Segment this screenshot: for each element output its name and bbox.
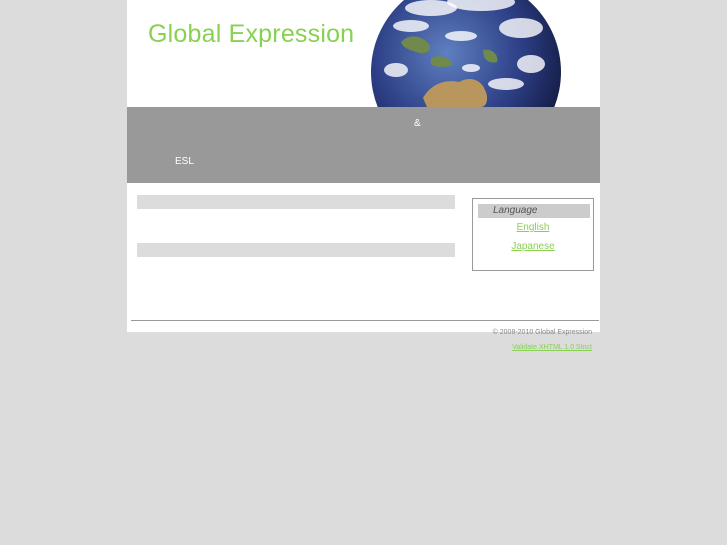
language-box: Language English Japanese bbox=[472, 198, 594, 271]
content-heading-bar bbox=[137, 243, 455, 257]
copyright-text: © 2008-2010 Global Expression bbox=[492, 329, 592, 336]
language-heading: Language bbox=[478, 204, 590, 218]
header: Global Expression bbox=[127, 0, 600, 107]
language-link-english[interactable]: English bbox=[473, 222, 593, 233]
banner: & ESL bbox=[127, 107, 600, 183]
site-title: Global Expression bbox=[148, 20, 355, 48]
language-link-japanese[interactable]: Japanese bbox=[473, 241, 593, 252]
footer-divider bbox=[131, 320, 599, 321]
globe-image bbox=[371, 0, 561, 107]
content-heading-bar bbox=[137, 195, 455, 209]
page-container: Global Expression & ESL Language English… bbox=[127, 0, 600, 332]
validate-xhtml-link[interactable]: Validate XHTML 1.0 Strict bbox=[380, 344, 592, 351]
banner-ampersand: & bbox=[414, 118, 421, 129]
banner-esl-label: ESL bbox=[175, 156, 194, 167]
